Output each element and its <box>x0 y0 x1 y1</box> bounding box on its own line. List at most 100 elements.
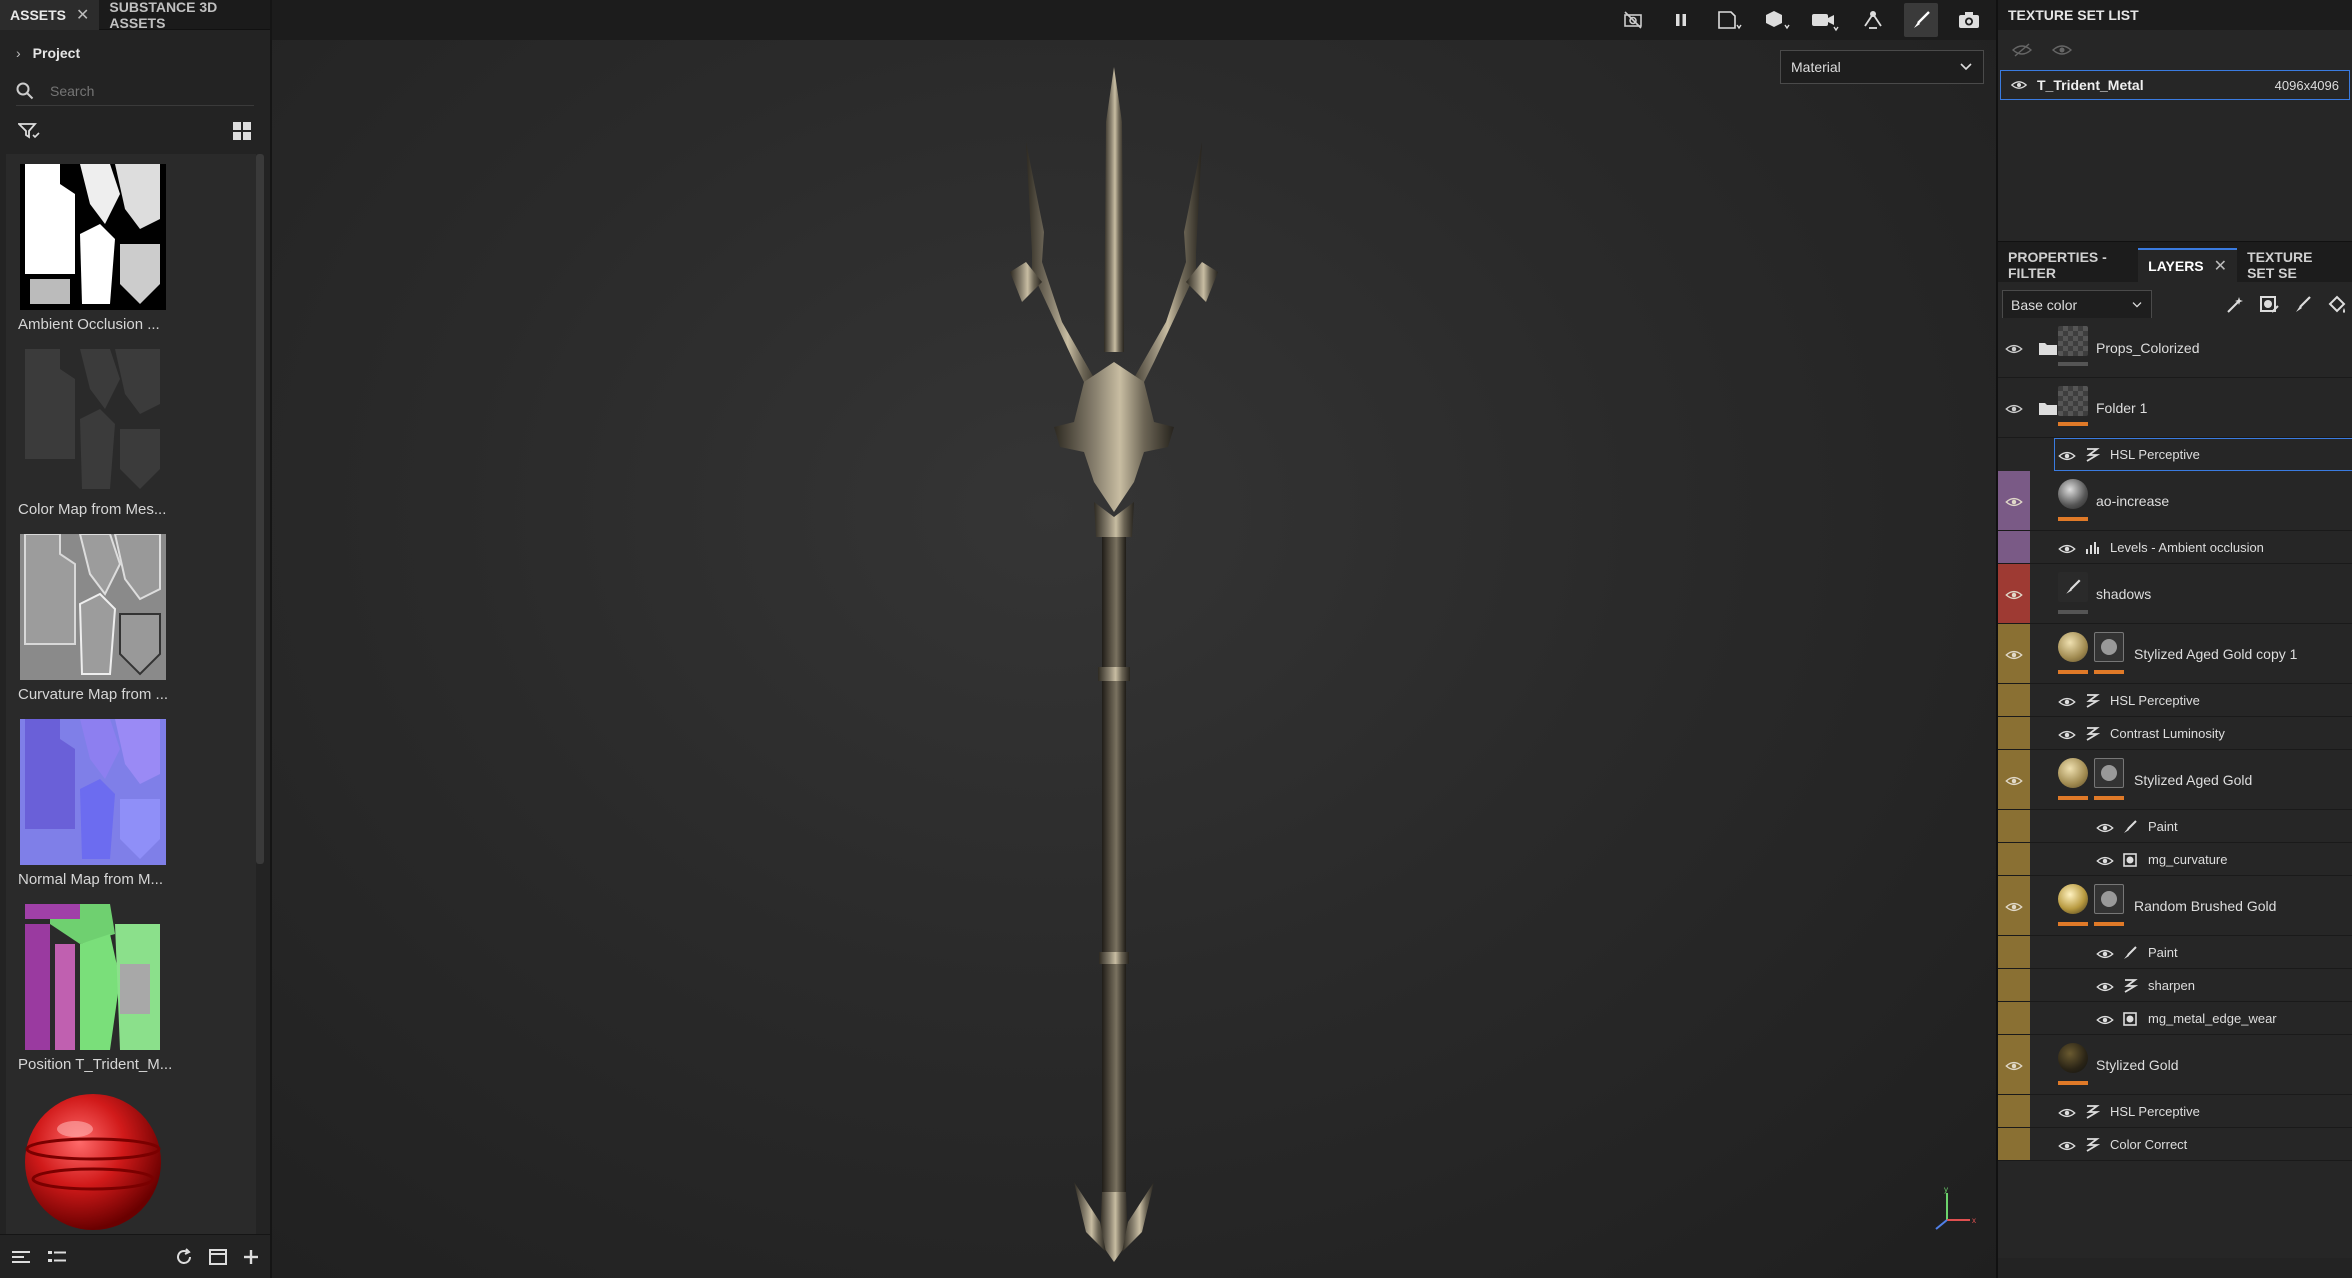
display-2d-icon[interactable] <box>1712 3 1746 37</box>
camera-icon[interactable] <box>1808 3 1842 37</box>
layer-row[interactable]: sharpen <box>1998 969 2352 1002</box>
texture-set-item[interactable]: T_Trident_Metal 4096x4096 <box>2000 70 2350 100</box>
magic-wand-icon[interactable] <box>2224 294 2246 316</box>
eye-icon[interactable] <box>2052 43 2072 57</box>
visibility-eye-icon[interactable] <box>2005 900 2023 912</box>
close-icon[interactable]: ✕ <box>76 5 89 25</box>
layer-thumbnail <box>2058 479 2088 509</box>
visibility-eye-icon[interactable] <box>2096 821 2114 833</box>
layer-row[interactable]: mg_metal_edge_wear <box>1998 1002 2352 1035</box>
ambient-occlusion-thumbnail <box>20 164 166 310</box>
layer-row[interactable]: HSL Perceptive <box>1998 1095 2352 1128</box>
viewport-3d[interactable]: Material y x <box>272 0 1996 1278</box>
filter-icon[interactable] <box>18 122 40 140</box>
layer-row[interactable]: ao-increase <box>1998 471 2352 531</box>
asset-label: Color Map from Mes... <box>18 501 167 518</box>
visibility-eye-icon[interactable] <box>2096 854 2114 866</box>
tab-properties-filter[interactable]: PROPERTIES - FILTER <box>1998 248 2138 282</box>
display-3d-icon[interactable] <box>1760 3 1794 37</box>
visibility-eye-icon[interactable] <box>2005 402 2023 414</box>
filter-icon <box>2084 1104 2101 1120</box>
chevron-right-icon[interactable]: › <box>16 45 21 61</box>
list-view-icon[interactable] <box>10 1248 32 1266</box>
layer-row[interactable]: HSL Perceptive <box>1998 684 2352 717</box>
visibility-eye-icon[interactable] <box>2058 728 2076 740</box>
layer-row[interactable]: mg_curvature <box>1998 843 2352 876</box>
visibility-eye-icon[interactable] <box>2005 648 2023 660</box>
light-icon[interactable] <box>1856 3 1890 37</box>
texture-set-list-title: TEXTURE SET LIST <box>2008 7 2139 23</box>
refresh-icon[interactable] <box>174 1247 194 1267</box>
assets-scrollbar[interactable] <box>256 154 264 864</box>
trident-model <box>1010 67 1218 1262</box>
paint-brush-icon[interactable] <box>1904 3 1938 37</box>
asset-color-map[interactable]: Color Map from Mes... <box>14 349 167 518</box>
visibility-eye-icon[interactable] <box>2005 495 2023 507</box>
layer-row[interactable]: Props_Colorized <box>1998 318 2352 378</box>
visibility-eye-icon[interactable] <box>2096 980 2114 992</box>
layer-name: Random Brushed Gold <box>2134 898 2277 914</box>
layer-row[interactable]: Random Brushed Gold <box>1998 876 2352 936</box>
camera-off-icon[interactable] <box>1616 3 1650 37</box>
layer-row[interactable]: Stylized Aged Gold copy 1 <box>1998 624 2352 684</box>
grid-view-icon[interactable] <box>232 121 252 141</box>
layer-row[interactable]: Paint <box>1998 810 2352 843</box>
tab-assets[interactable]: ASSETS ✕ <box>0 0 100 30</box>
channel-select[interactable]: Base color <box>2002 290 2152 320</box>
visibility-eye-icon[interactable] <box>2096 1013 2114 1025</box>
tab-texture-set-settings[interactable]: TEXTURE SET SE <box>2237 248 2352 282</box>
add-paint-layer-icon[interactable] <box>2292 294 2314 316</box>
channel-indicator <box>2094 670 2124 674</box>
hidden-eye-icon[interactable] <box>2012 43 2032 57</box>
effect-name: Color Correct <box>2110 1136 2188 1152</box>
layer-row[interactable]: Folder 1 <box>1998 378 2352 438</box>
asset-material-ball[interactable] <box>14 1089 164 1234</box>
paint-brush-icon <box>2122 945 2138 961</box>
asset-normal-map[interactable]: Normal Map from M... <box>14 719 166 888</box>
screenshot-icon[interactable] <box>1952 3 1986 37</box>
visibility-eye-icon[interactable] <box>2005 342 2023 354</box>
visibility-eye-icon[interactable] <box>2005 588 2023 600</box>
layer-color-stripe <box>1998 717 2030 749</box>
layer-mask-thumbnail[interactable] <box>2094 884 2124 914</box>
window-icon[interactable] <box>208 1247 228 1267</box>
position-map-thumbnail <box>20 904 166 1050</box>
details-view-icon[interactable] <box>46 1248 68 1266</box>
layer-row[interactable]: Contrast Luminosity <box>1998 717 2352 750</box>
tab-substance-3d-assets[interactable]: SUBSTANCE 3D ASSETS <box>99 0 270 31</box>
tab-layers[interactable]: LAYERS ✕ <box>2138 248 2238 282</box>
close-icon[interactable]: ✕ <box>2214 256 2227 276</box>
add-mask-icon[interactable] <box>2258 294 2280 316</box>
layer-row[interactable]: Paint <box>1998 936 2352 969</box>
layer-row[interactable]: Stylized Gold <box>1998 1035 2352 1095</box>
search-input[interactable] <box>50 82 230 99</box>
layer-row[interactable]: Stylized Aged Gold <box>1998 750 2352 810</box>
layer-mask-thumbnail[interactable] <box>2094 632 2124 662</box>
layer-row[interactable]: Levels - Ambient occlusion <box>1998 531 2352 564</box>
visibility-eye-icon[interactable] <box>2058 449 2076 461</box>
layer-row[interactable]: HSL Perceptive <box>2054 438 2352 471</box>
visibility-eye-icon[interactable] <box>2096 947 2114 959</box>
visibility-eye-icon[interactable] <box>2058 695 2076 707</box>
layer-row[interactable]: Color Correct <box>1998 1128 2352 1161</box>
visibility-eye-icon[interactable] <box>2058 1106 2076 1118</box>
visibility-eye-icon[interactable] <box>2058 542 2076 554</box>
filter-icon <box>2084 726 2101 742</box>
visibility-eye-icon[interactable] <box>2005 774 2023 786</box>
asset-position-map[interactable]: Position T_Trident_M... <box>14 904 172 1073</box>
asset-curvature-map[interactable]: Curvature Map from ... <box>14 534 168 703</box>
viewport-mode-select[interactable]: Material <box>1780 50 1984 84</box>
visibility-eye-icon[interactable] <box>2005 1059 2023 1071</box>
pause-icon[interactable] <box>1664 3 1698 37</box>
add-fill-layer-icon[interactable] <box>2326 294 2348 316</box>
layer-row[interactable]: shadows <box>1998 564 2352 624</box>
asset-ambient-occlusion[interactable]: Ambient Occlusion ... <box>14 164 166 333</box>
eye-icon[interactable] <box>2011 79 2027 91</box>
project-tree-item[interactable]: › Project <box>0 30 270 76</box>
layer-mask-thumbnail[interactable] <box>2094 758 2124 788</box>
mask-icon <box>2122 1011 2138 1027</box>
layer-thumbnail <box>2058 1043 2088 1073</box>
add-icon[interactable] <box>242 1248 260 1266</box>
effect-name: HSL Perceptive <box>2110 692 2200 708</box>
visibility-eye-icon[interactable] <box>2058 1139 2076 1151</box>
